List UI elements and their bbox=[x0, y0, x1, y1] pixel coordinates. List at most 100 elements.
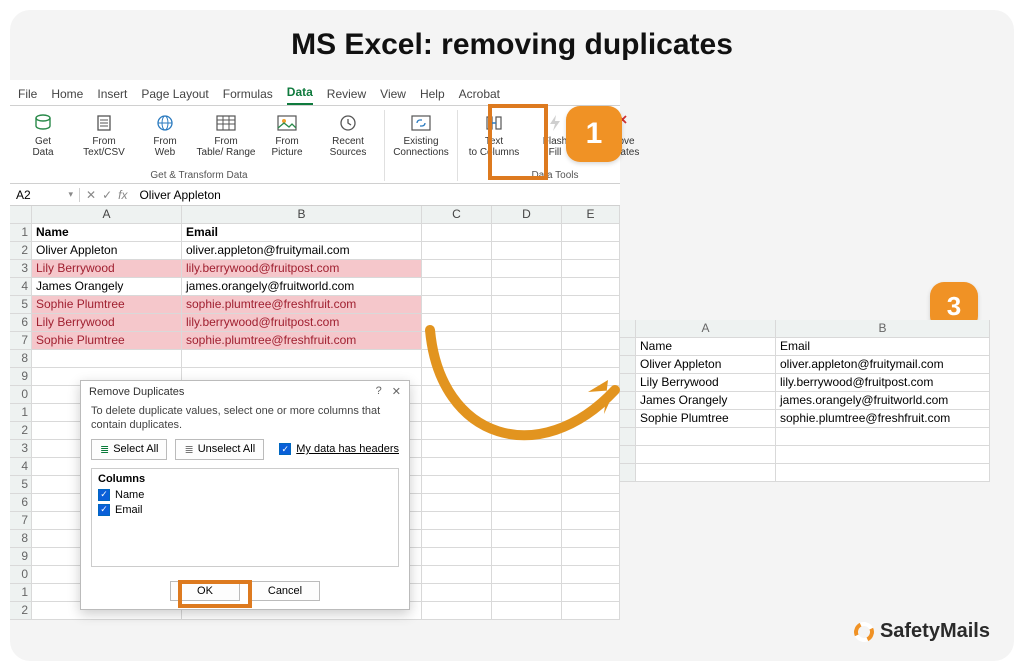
cell[interactable]: sophie.plumtree@freshfruit.com bbox=[182, 332, 422, 350]
row-header[interactable]: 0 bbox=[10, 566, 32, 584]
col-header[interactable]: B bbox=[182, 206, 422, 224]
cell[interactable] bbox=[492, 260, 562, 278]
unselect-all-button[interactable]: ≣ Unselect All bbox=[175, 439, 264, 460]
column-checkbox-email[interactable]: ✓Email bbox=[98, 504, 392, 516]
row-header[interactable]: 3 bbox=[10, 260, 32, 278]
ribbon-get-data[interactable]: GetData bbox=[20, 110, 66, 160]
fx-icon[interactable]: fx bbox=[118, 188, 127, 202]
cell[interactable] bbox=[562, 260, 620, 278]
cell[interactable] bbox=[422, 296, 492, 314]
cell[interactable] bbox=[422, 458, 492, 476]
cell[interactable] bbox=[562, 512, 620, 530]
row-header[interactable]: 6 bbox=[10, 494, 32, 512]
row-header[interactable]: 7 bbox=[10, 512, 32, 530]
cell[interactable] bbox=[492, 224, 562, 242]
cell[interactable] bbox=[562, 314, 620, 332]
cell[interactable] bbox=[562, 278, 620, 296]
cell[interactable] bbox=[422, 512, 492, 530]
cell[interactable] bbox=[562, 458, 620, 476]
cell[interactable] bbox=[492, 440, 562, 458]
tab-page-layout[interactable]: Page Layout bbox=[141, 87, 208, 105]
cell[interactable]: oliver.appleton@fruitymail.com bbox=[182, 242, 422, 260]
name-box[interactable]: A2 ▾ bbox=[10, 188, 80, 202]
cell[interactable] bbox=[422, 224, 492, 242]
cell[interactable] bbox=[492, 278, 562, 296]
cell[interactable] bbox=[422, 566, 492, 584]
cell[interactable] bbox=[562, 584, 620, 602]
cell[interactable] bbox=[492, 386, 562, 404]
cell[interactable] bbox=[492, 314, 562, 332]
cell[interactable] bbox=[422, 332, 492, 350]
formula-input[interactable]: Oliver Appleton bbox=[133, 188, 620, 202]
cell[interactable] bbox=[422, 530, 492, 548]
row-header[interactable]: 0 bbox=[10, 386, 32, 404]
select-all-button[interactable]: ≣ Select All bbox=[91, 439, 167, 460]
ribbon-from-web[interactable]: FromWeb bbox=[142, 110, 188, 160]
tab-insert[interactable]: Insert bbox=[97, 87, 127, 105]
ribbon-from-picture[interactable]: FromPicture bbox=[264, 110, 310, 160]
cell[interactable] bbox=[492, 512, 562, 530]
cell[interactable] bbox=[422, 386, 492, 404]
ribbon-existing-connections[interactable]: ExistingConnections bbox=[391, 110, 451, 160]
cell[interactable]: Oliver Appleton bbox=[32, 242, 182, 260]
ribbon-text-to-columns[interactable]: Textto Columns bbox=[464, 110, 524, 160]
cell[interactable] bbox=[422, 548, 492, 566]
cell[interactable] bbox=[422, 368, 492, 386]
col-header[interactable]: D bbox=[492, 206, 562, 224]
cell[interactable] bbox=[422, 350, 492, 368]
row-header[interactable]: 7 bbox=[10, 332, 32, 350]
col-header[interactable]: E bbox=[562, 206, 620, 224]
cell[interactable] bbox=[562, 440, 620, 458]
cell[interactable] bbox=[562, 242, 620, 260]
cell[interactable] bbox=[562, 476, 620, 494]
tab-file[interactable]: File bbox=[18, 87, 37, 105]
row-header[interactable]: 4 bbox=[10, 458, 32, 476]
check-icon[interactable]: ✓ bbox=[102, 188, 112, 202]
row-header[interactable]: 1 bbox=[10, 224, 32, 242]
tab-acrobat[interactable]: Acrobat bbox=[459, 87, 500, 105]
cell[interactable]: Name bbox=[32, 224, 182, 242]
cell[interactable] bbox=[422, 242, 492, 260]
cell[interactable] bbox=[492, 530, 562, 548]
cell[interactable] bbox=[492, 422, 562, 440]
cell[interactable] bbox=[422, 314, 492, 332]
cell[interactable] bbox=[422, 584, 492, 602]
cell[interactable] bbox=[422, 422, 492, 440]
tab-review[interactable]: Review bbox=[327, 87, 366, 105]
cell[interactable]: sophie.plumtree@freshfruit.com bbox=[182, 296, 422, 314]
row-header[interactable]: 8 bbox=[10, 350, 32, 368]
row-header[interactable]: 1 bbox=[10, 584, 32, 602]
cell[interactable] bbox=[562, 386, 620, 404]
ribbon-from-table-range[interactable]: FromTable/ Range bbox=[196, 110, 256, 160]
ok-button[interactable]: OK bbox=[170, 581, 240, 601]
row-header[interactable]: 1 bbox=[10, 404, 32, 422]
cell[interactable] bbox=[422, 476, 492, 494]
ribbon-from-text-csv[interactable]: FromText/CSV bbox=[74, 110, 134, 160]
cell[interactable] bbox=[422, 602, 492, 620]
headers-checkbox[interactable]: ✓ My data has headers bbox=[279, 443, 399, 455]
tab-home[interactable]: Home bbox=[51, 87, 83, 105]
cell[interactable] bbox=[492, 404, 562, 422]
cancel-icon[interactable]: ✕ bbox=[86, 188, 96, 202]
row-header[interactable]: 5 bbox=[10, 296, 32, 314]
cell[interactable] bbox=[562, 494, 620, 512]
cell[interactable] bbox=[562, 530, 620, 548]
cell[interactable] bbox=[562, 368, 620, 386]
cell[interactable] bbox=[492, 584, 562, 602]
cell[interactable] bbox=[562, 422, 620, 440]
cell[interactable]: lily.berrywood@fruitpost.com bbox=[182, 260, 422, 278]
col-header[interactable]: C bbox=[422, 206, 492, 224]
row-header[interactable]: 8 bbox=[10, 530, 32, 548]
cell[interactable] bbox=[422, 404, 492, 422]
row-header[interactable]: 9 bbox=[10, 548, 32, 566]
help-icon[interactable]: ? bbox=[376, 385, 382, 398]
cell[interactable]: Lily Berrywood bbox=[32, 260, 182, 278]
cell[interactable]: james.orangely@fruitworld.com bbox=[182, 278, 422, 296]
cell[interactable] bbox=[562, 296, 620, 314]
column-checkbox-name[interactable]: ✓Name bbox=[98, 489, 392, 501]
cell[interactable] bbox=[492, 296, 562, 314]
cell[interactable] bbox=[562, 548, 620, 566]
cell[interactable] bbox=[492, 566, 562, 584]
cell[interactable] bbox=[32, 350, 182, 368]
row-header[interactable]: 4 bbox=[10, 278, 32, 296]
